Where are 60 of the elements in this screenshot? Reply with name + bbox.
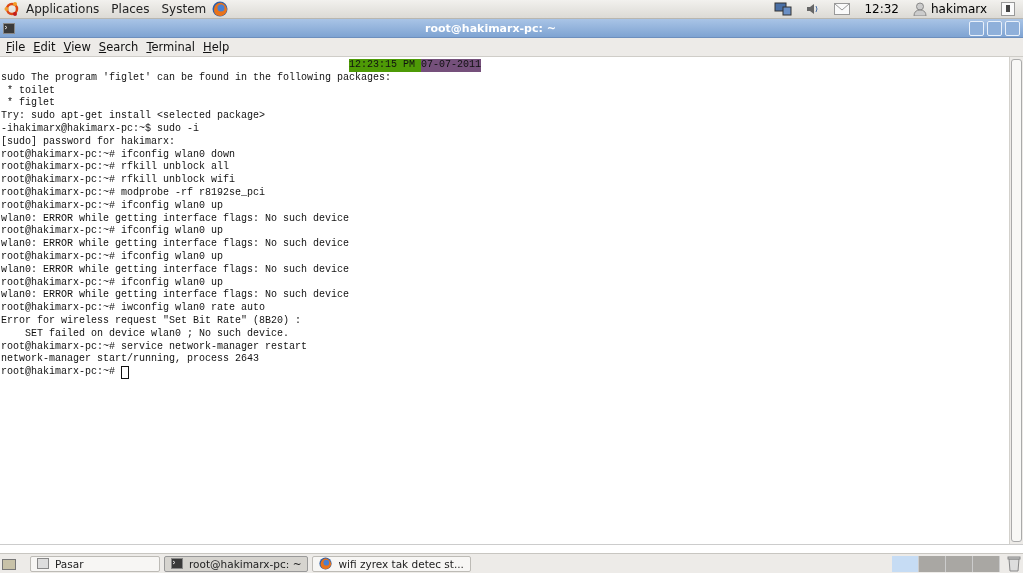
workspace-button[interactable] (946, 555, 973, 572)
terminal-line: root@hakimarx-pc:~# ifconfig wlan0 up (1, 199, 224, 213)
menu-item[interactable]: Help (199, 40, 234, 54)
terminal-line: root@hakimarx-pc:~# modprobe -rf r8192se_pci (1, 186, 266, 200)
ubuntu-logo-icon[interactable] (4, 1, 20, 17)
terminal-line: Error for wireless request "Set Bit Rate" (8B20) : (1, 314, 302, 328)
mail-icon[interactable] (834, 3, 851, 15)
menu-item[interactable]: Search (94, 40, 143, 54)
minimize-button[interactable] (969, 20, 984, 36)
trash-icon[interactable] (1007, 555, 1021, 572)
menu-item[interactable]: File (2, 40, 30, 54)
terminal-clock-date: 07-07-2011 (421, 59, 482, 72)
browser-icon[interactable] (319, 557, 333, 570)
power-icon[interactable] (1001, 2, 1015, 16)
network-icon[interactable] (774, 2, 793, 16)
terminal-line: sudo The program 'figlet' can be found in the following packages: (1, 71, 392, 85)
terminal-line: network-manager start/running, process 2643 (1, 353, 260, 366)
window-icon (37, 558, 49, 569)
terminal-line: [sudo] password for hakimarx: (1, 135, 176, 149)
terminal-line: root@hakimarx-pc:~# ifconfig wlan0 up (1, 250, 224, 264)
terminal-line: wlan0: ERROR while getting interface flags: No such device (1, 212, 350, 225)
workspace-button[interactable] (973, 555, 1000, 572)
show-desktop-icon[interactable] (2, 556, 16, 571)
workspace-button[interactable] (892, 555, 919, 572)
terminal-line: Try: sudo apt-get install <selected package> (1, 110, 266, 123)
terminal-line: * figlet (6, 97, 55, 110)
workspace-button[interactable] (919, 555, 946, 572)
terminal-prompt: root@hakimarx-pc:~# (1, 366, 116, 379)
terminal-line: root@hakimarx-pc:~# rfkill unblock wifi (1, 174, 236, 187)
terminal-line: root@hakimarx-pc:~# iwconfig wlan0 rate auto (1, 302, 266, 315)
terminal-line: SET failed on device wlan0 ; No such device. (24, 327, 290, 341)
terminal-line: root@hakimarx-pc:~# ifconfig wlan0 up (1, 276, 224, 289)
terminal-line: root@hakimarx-pc:~# ifconfig wlan0 up (1, 225, 224, 238)
panel-menu[interactable]: System (155, 2, 213, 16)
menu-item[interactable]: View (59, 40, 95, 54)
panel-menu[interactable]: Places (105, 2, 156, 16)
terminal-clock-time: 12:23:15 PM (349, 59, 422, 72)
terminal-line: wlan0: ERROR while getting interface flags: No such device (1, 238, 350, 251)
terminal-line: root@hakimarx-pc:~# rfkill unblock all (1, 161, 230, 174)
text-cursor (121, 366, 130, 380)
panel-menu[interactable]: Applications (20, 2, 106, 16)
terminal-line: wlan0: ERROR while getting interface flags: No such device (1, 289, 350, 302)
terminal-icon (171, 558, 183, 569)
speaker-icon[interactable] (806, 2, 821, 16)
terminal-line: wlan0: ERROR while getting interface flags: No such device (1, 263, 350, 277)
terminal-line: * toilet (6, 84, 55, 97)
menu-item[interactable]: Terminal (142, 40, 199, 54)
taskbar-button[interactable]: wifi zyrex tak detec st... (312, 555, 471, 572)
window-title: root@hakimarx-pc: ~ (424, 21, 557, 35)
panel-clock[interactable]: 12:32 (864, 2, 899, 16)
browser-launcher-icon[interactable] (212, 1, 229, 17)
user-icon (913, 2, 927, 16)
terminal-line: root@hakimarx-pc:~# service network-manager restart (1, 340, 308, 353)
menu-item[interactable]: Edit (29, 40, 60, 54)
taskbar-button[interactable]: Pasar (30, 555, 160, 572)
terminal-line: -ihakimarx@hakimarx-pc:~$ sudo -i (1, 123, 200, 136)
terminal-line: root@hakimarx-pc:~# ifconfig wlan0 down (1, 148, 236, 161)
taskbar-button[interactable]: root@hakimarx-pc: ~ (164, 555, 309, 572)
user-name[interactable]: hakimarx (931, 2, 987, 16)
terminal-icon (3, 22, 15, 34)
